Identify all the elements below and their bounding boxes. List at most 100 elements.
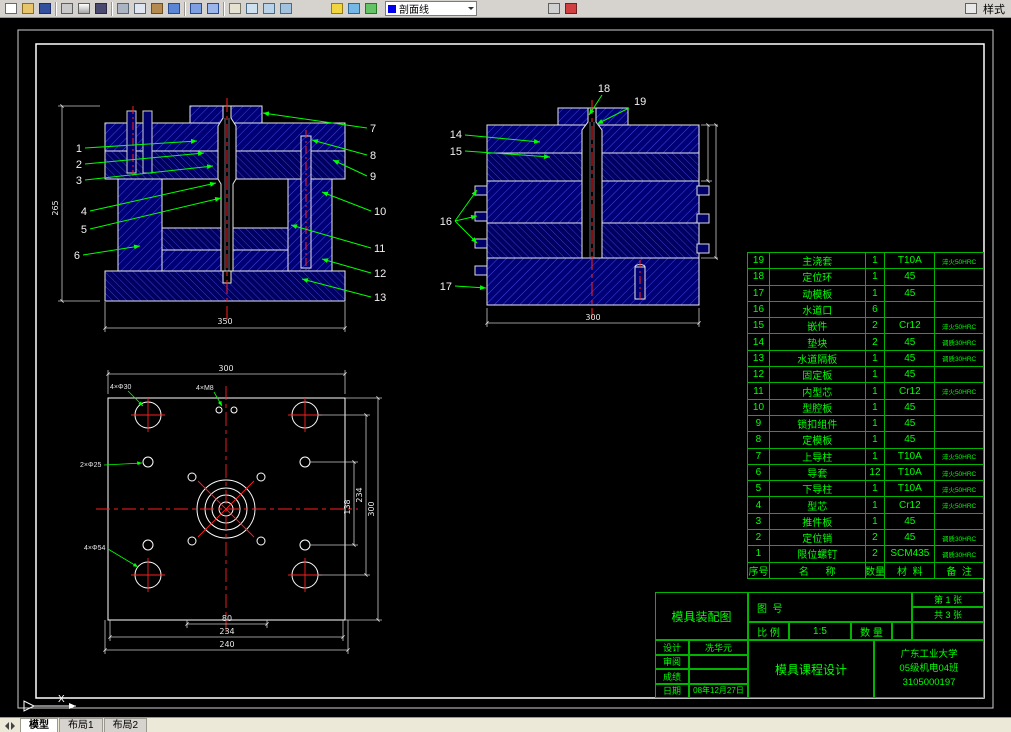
grade-label: 成绩 — [655, 669, 689, 684]
callout-19: 19 — [634, 96, 646, 108]
front-section-view — [105, 106, 345, 301]
part-note — [935, 302, 984, 317]
callout-17: 17 — [440, 281, 452, 293]
dim-234-bottom: 234 — [219, 627, 234, 636]
student-id: 3105000197 — [903, 676, 956, 690]
part-material: 45 — [885, 400, 935, 415]
part-seq: 2 — [748, 530, 770, 545]
style-label: 样式 — [983, 1, 1005, 17]
qty-label: 数 量 — [851, 622, 892, 640]
part-note: 淬火50HRC — [935, 383, 984, 398]
part-seq: 13 — [748, 351, 770, 366]
callout-16: 16 — [440, 216, 452, 228]
paste-icon[interactable] — [148, 1, 165, 16]
part-material: T10A — [885, 481, 935, 496]
tab-scroll-left-icon[interactable] — [0, 719, 10, 732]
callout-10: 10 — [374, 206, 386, 218]
linetype-icon[interactable] — [545, 1, 562, 16]
layout-tab-bar: 模型 布局1 布局2 — [0, 717, 1011, 732]
part-qty: 1 — [866, 286, 886, 301]
tab-layout1[interactable]: 布局1 — [59, 718, 103, 732]
part-name: 内型芯 — [770, 383, 866, 398]
part-seq: 14 — [748, 334, 770, 349]
part-seq: 9 — [748, 416, 770, 431]
layer-on-icon[interactable] — [328, 1, 345, 16]
part-name: 型芯 — [770, 497, 866, 512]
pan-icon[interactable] — [226, 1, 243, 16]
part-note: 调质30HRC — [935, 530, 984, 545]
part-qty: 1 — [866, 351, 886, 366]
callout-11: 11 — [374, 243, 385, 255]
date-value: 08年12月27日 — [689, 684, 748, 699]
match-properties-icon[interactable] — [165, 1, 182, 16]
part-material: T10A — [885, 465, 935, 480]
parts-list-row: 7 上导柱 1 T10A 淬火50HRC — [747, 449, 984, 465]
redo-icon[interactable] — [204, 1, 221, 16]
callout-1: 1 — [76, 143, 82, 155]
tab-layout2[interactable]: 布局2 — [104, 718, 148, 732]
zoom-realtime-icon[interactable] — [243, 1, 260, 16]
layer-freeze-icon[interactable] — [345, 1, 362, 16]
parts-list-row: 12 固定板 1 45 — [747, 367, 984, 383]
dim-300-plan: 300 — [218, 364, 233, 373]
part-qty: 1 — [866, 416, 886, 431]
header-seq: 序号 — [748, 563, 770, 578]
make-layer-icon[interactable] — [362, 1, 379, 16]
zoom-window-icon[interactable] — [260, 1, 277, 16]
parts-list-row: 11 内型芯 1 Cr12 淬火50HRC — [747, 383, 984, 399]
color-icon[interactable] — [562, 1, 579, 16]
part-qty: 1 — [866, 400, 886, 415]
text-style-icon[interactable] — [962, 1, 979, 16]
parts-list-table: 19 主浇套 1 T10A 淬火50HRC 18 定位环 1 45 17 动模 — [747, 252, 984, 579]
find-icon[interactable] — [92, 1, 109, 16]
part-material: 45 — [885, 351, 935, 366]
scale-value: 1:5 — [789, 622, 851, 640]
part-qty: 12 — [866, 465, 886, 480]
parts-list-header: 序号 名 称 数量 材 料 备 注 — [747, 563, 984, 579]
open-file-icon[interactable] — [19, 1, 36, 16]
print-icon[interactable] — [58, 1, 75, 16]
header-material: 材 料 — [885, 563, 935, 578]
parts-list-row: 15 嵌件 2 Cr12 淬火50HRC — [747, 318, 984, 334]
cut-icon[interactable] — [114, 1, 131, 16]
part-note: 淬火50HRC — [935, 449, 984, 464]
dim-234-right: 234 — [355, 487, 364, 502]
part-qty: 6 — [866, 302, 886, 317]
part-note — [935, 432, 984, 447]
undo-icon[interactable] — [187, 1, 204, 16]
part-seq: 19 — [748, 253, 770, 268]
part-note — [935, 367, 984, 382]
part-note: 调质30HRC — [935, 334, 984, 349]
course-title: 模具课程设计 — [748, 640, 874, 698]
new-file-icon[interactable] — [2, 1, 19, 16]
part-name: 主浇套 — [770, 253, 866, 268]
parts-list-row: 5 下导柱 1 T10A 淬火50HRC — [747, 481, 984, 497]
drawing-canvas[interactable]: 1 2 3 4 5 6 7 8 9 10 11 12 13 350 265 — [0, 18, 1011, 718]
save-icon[interactable] — [36, 1, 53, 16]
callout-12: 12 — [374, 268, 386, 280]
part-seq: 3 — [748, 514, 770, 529]
part-note — [935, 269, 984, 284]
parts-list-row: 4 型芯 1 Cr12 淬火50HRC — [747, 497, 984, 513]
print-preview-icon[interactable] — [75, 1, 92, 16]
dim-138: 138 — [343, 499, 352, 514]
parts-list-row: 17 动模板 1 45 — [747, 286, 984, 302]
layer-combo[interactable]: 剖面线 — [385, 1, 477, 16]
dim-300-side: 300 — [585, 313, 600, 322]
part-material: 45 — [885, 514, 935, 529]
header-qty: 数量 — [866, 563, 886, 578]
dim-240: 240 — [219, 640, 234, 649]
tab-scroll-right-icon[interactable] — [10, 719, 20, 732]
copy-icon[interactable] — [131, 1, 148, 16]
parts-list-rows: 19 主浇套 1 T10A 淬火50HRC 18 定位环 1 45 17 动模 — [747, 253, 984, 563]
part-seq: 7 — [748, 449, 770, 464]
part-name: 推件板 — [770, 514, 866, 529]
part-seq: 8 — [748, 432, 770, 447]
dim-4xm8: 4×M8 — [196, 385, 214, 392]
tab-model[interactable]: 模型 — [20, 718, 58, 732]
parts-list-row: 14 垫块 2 45 调质30HRC — [747, 334, 984, 350]
zoom-previous-icon[interactable] — [277, 1, 294, 16]
part-material: SCM435 — [885, 546, 935, 561]
part-note — [935, 286, 984, 301]
part-material: 45 — [885, 334, 935, 349]
